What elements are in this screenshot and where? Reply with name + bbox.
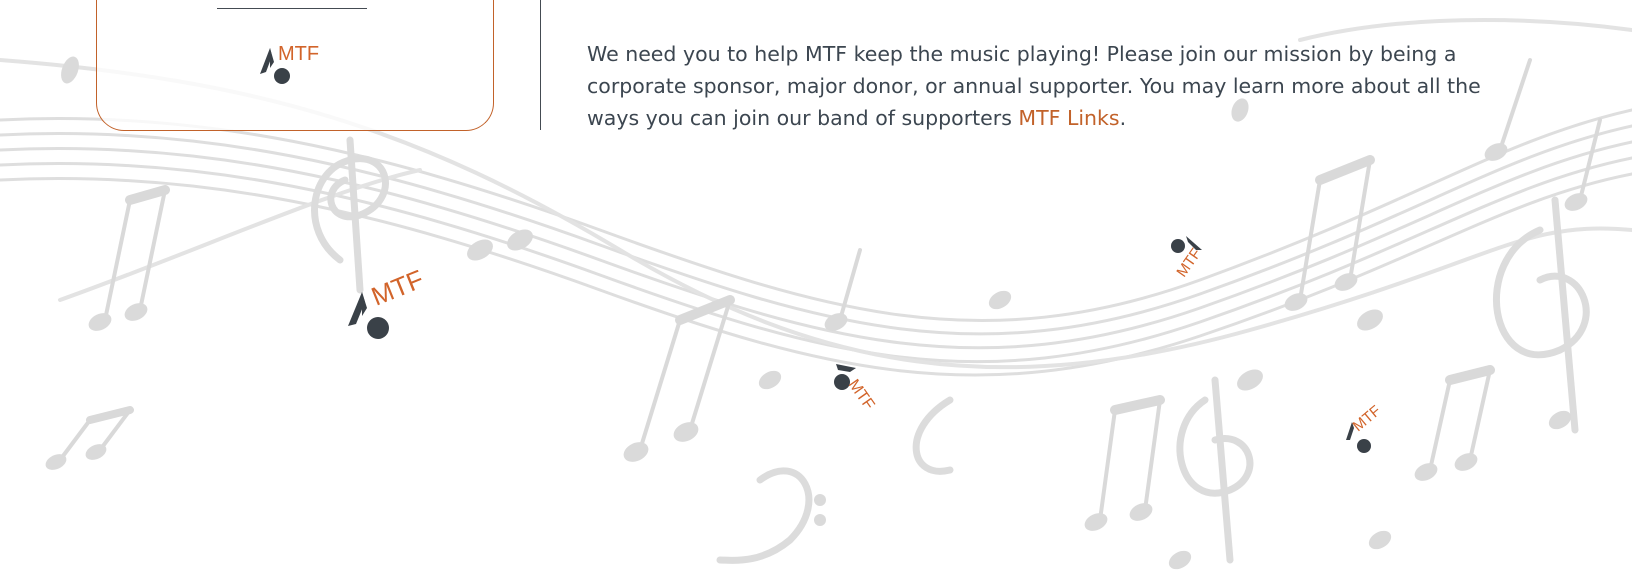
logo-text: MTF (367, 270, 428, 312)
card-divider (217, 8, 367, 9)
logo-text: MTF (845, 377, 878, 414)
vertical-divider (540, 0, 541, 130)
logo-text: MTF (1350, 402, 1385, 435)
mtf-logo: MTF (260, 43, 319, 84)
mtf-links-link[interactable]: MTF Links (1018, 106, 1119, 130)
mtf-logo-small-2: MTF (1171, 236, 1205, 280)
logo-text: MTF (278, 43, 319, 65)
support-text-end: . (1119, 106, 1127, 130)
mtf-logo-large: MTF (348, 270, 428, 339)
sponsor-card: MTF (96, 0, 494, 131)
mtf-logo-small-3: MTF (1346, 402, 1385, 453)
support-paragraph: We need you to help MTF keep the music p… (587, 38, 1487, 134)
mtf-logo-small-1: MTF (834, 364, 878, 414)
